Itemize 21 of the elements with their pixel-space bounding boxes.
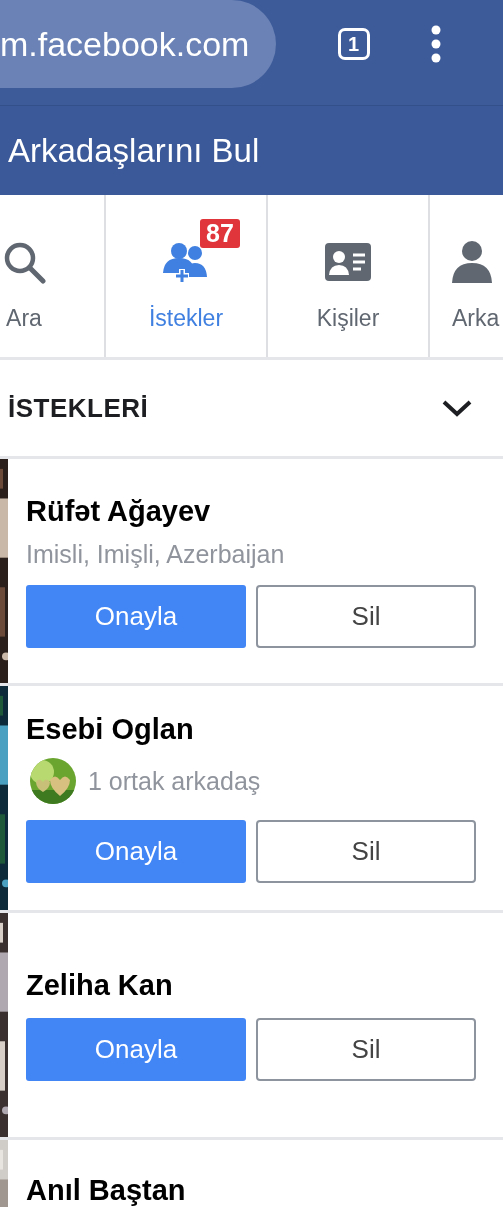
location-text: Imisli, Imişli, Azerbaijan [26,539,286,569]
menu-icon[interactable] [431,25,442,63]
confirm-button[interactable]: Onayla [26,820,246,883]
mutual-friends-text: 1 ortak arkadaş [88,766,261,796]
person-name[interactable]: Esebi Oglan [26,713,503,746]
page-title: Arkadaşlarını Bul [0,105,503,195]
chevron-icon[interactable] [441,398,473,418]
contact-card-icon [325,242,371,281]
confirm-button[interactable]: Onayla [26,584,246,648]
count-badge: 87 [200,219,240,248]
person-name[interactable]: Rüfət Ağayev [26,494,503,528]
person-name[interactable]: Zeliha Kan [26,969,503,1002]
section-title: İSTEKLERİ [8,392,149,424]
address-bar[interactable]: m.facebook.com [0,0,276,88]
confirm-button[interactable]: Onayla [26,1018,246,1081]
delete-button[interactable]: Sil [256,584,476,648]
tab-count[interactable]: 1 [337,28,370,60]
delete-button[interactable]: Sil [256,1018,476,1081]
delete-button[interactable]: Sil [256,820,476,883]
person-icon [452,238,492,285]
person-name[interactable]: Anıl Baştan [26,1174,503,1207]
